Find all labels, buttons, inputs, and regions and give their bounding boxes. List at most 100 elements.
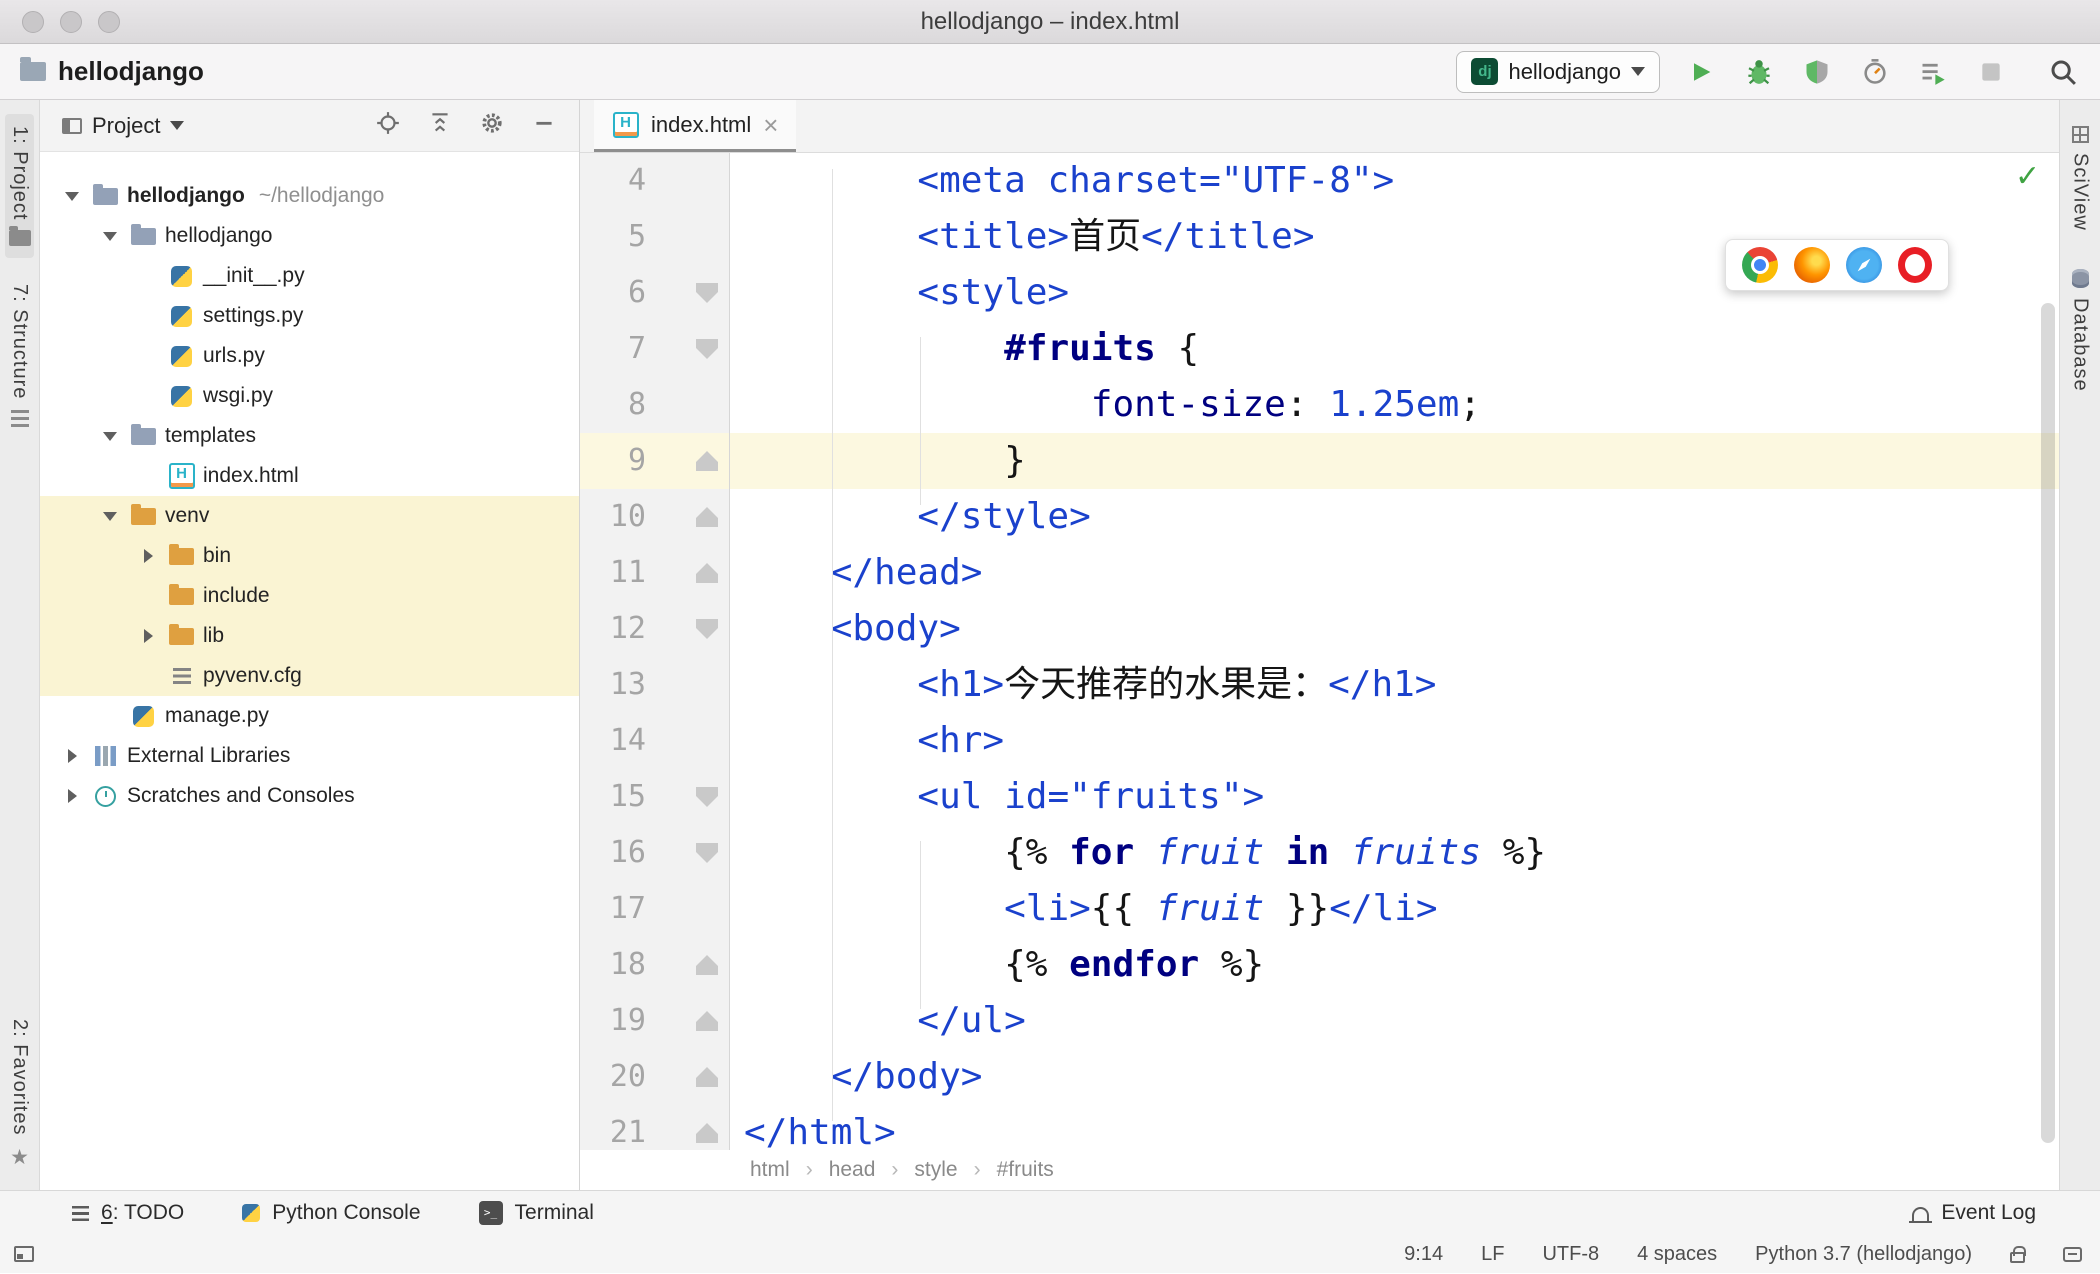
- code-line[interactable]: 15 <ul id="fruits">: [580, 769, 2059, 825]
- profiler-button[interactable]: [1858, 55, 1892, 89]
- hide-panel-button[interactable]: [531, 110, 557, 141]
- tree-toggle-arrow[interactable]: [60, 749, 84, 763]
- fold-marker-icon[interactable]: [696, 451, 718, 471]
- tree-row-hellodjango[interactable]: hellodjango: [40, 216, 579, 256]
- code-line[interactable]: 11 </head>: [580, 545, 2059, 601]
- tree-toggle-arrow[interactable]: [98, 431, 122, 441]
- tree-row-scratches-and-consoles[interactable]: Scratches and Consoles: [40, 776, 579, 816]
- run-tasks-button[interactable]: [1916, 55, 1950, 89]
- run-button[interactable]: [1684, 55, 1718, 89]
- minus-icon: [536, 121, 552, 125]
- code-line[interactable]: 4 <meta charset="UTF-8">: [580, 153, 2059, 209]
- fold-marker-icon[interactable]: [696, 955, 718, 975]
- close-icon[interactable]: [763, 112, 778, 138]
- status-lf[interactable]: LF: [1481, 1243, 1504, 1266]
- firefox-icon[interactable]: [1794, 247, 1830, 283]
- sciview-tool-icon: [2071, 126, 2089, 143]
- tree-toggle-arrow[interactable]: [136, 549, 160, 563]
- tree-row-templates[interactable]: templates: [40, 416, 579, 456]
- tree-toggle-arrow[interactable]: [136, 629, 160, 643]
- code-line[interactable]: 21 </html>: [580, 1105, 2059, 1150]
- chevron-down-icon[interactable]: [170, 121, 185, 130]
- code-line[interactable]: 7 #fruits {: [580, 321, 2059, 377]
- code-line[interactable]: 12 <body>: [580, 601, 2059, 657]
- tree-toggle-arrow[interactable]: [60, 789, 84, 803]
- gutter-cell: 16: [580, 825, 730, 881]
- fold-marker-icon[interactable]: [696, 1123, 718, 1143]
- tree-row-bin[interactable]: bin: [40, 536, 579, 576]
- fold-marker-icon[interactable]: [696, 1011, 718, 1031]
- run-configuration-select[interactable]: hellodjango: [1456, 50, 1660, 93]
- code-line[interactable]: 16 {% for fruit in fruits %}: [580, 825, 2059, 881]
- tool-button-7-structure[interactable]: 7: Structure: [5, 272, 34, 438]
- lock-icon[interactable]: [2010, 1246, 2026, 1263]
- tool-button-1-project[interactable]: 1: Project: [5, 114, 34, 259]
- code-line[interactable]: 19 </ul>: [580, 993, 2059, 1049]
- tree-row-pyvenv-cfg[interactable]: pyvenv.cfg: [40, 656, 579, 696]
- stop-button[interactable]: [1974, 55, 2008, 89]
- code-line[interactable]: 9 }: [580, 433, 2059, 489]
- fold-marker-icon[interactable]: [696, 563, 718, 583]
- tree-row-lib[interactable]: lib: [40, 616, 579, 656]
- search-everywhere-button[interactable]: [2046, 55, 2080, 89]
- opera-icon[interactable]: [1898, 247, 1932, 283]
- tree-row-settings-py[interactable]: settings.py: [40, 296, 579, 336]
- tree-row-manage-py[interactable]: manage.py: [40, 696, 579, 736]
- breadcrumb-item-style[interactable]: style: [914, 1158, 957, 1182]
- tool-window-bar: 6: TODO Python Console Terminal Event Log: [0, 1190, 2100, 1235]
- toolwindow-button-python-console[interactable]: Python Console: [242, 1201, 421, 1225]
- status-python-3-7-hellodjango[interactable]: Python 3.7 (hellodjango): [1755, 1243, 1972, 1266]
- code-line[interactable]: 13 <h1>今天推荐的水果是：</h1>: [580, 657, 2059, 713]
- tree-toggle-arrow[interactable]: [98, 511, 122, 521]
- tree-toggle-arrow[interactable]: [98, 231, 122, 241]
- tree-row-external-libraries[interactable]: External Libraries: [40, 736, 579, 776]
- editor-scrollbar[interactable]: [2041, 303, 2055, 1143]
- code-line[interactable]: 8 font-size: 1.25em;: [580, 377, 2059, 433]
- tool-button-sciview[interactable]: SciView: [2066, 114, 2095, 243]
- project-panel-title[interactable]: Project: [92, 113, 160, 139]
- fold-marker-icon[interactable]: [696, 619, 718, 639]
- fold-marker-icon[interactable]: [696, 507, 718, 527]
- tool-button-database[interactable]: Database: [2066, 257, 2095, 404]
- coverage-button[interactable]: [1800, 55, 1834, 89]
- tree-row-init-py[interactable]: __init__.py: [40, 256, 579, 296]
- toggle-toolwindows-icon[interactable]: [14, 1246, 34, 1262]
- breadcrumb-item-fruits[interactable]: #fruits: [997, 1158, 1054, 1182]
- fold-marker-icon[interactable]: [696, 339, 718, 359]
- code-line[interactable]: 20 </body>: [580, 1049, 2059, 1105]
- fold-marker-icon[interactable]: [696, 1067, 718, 1087]
- collapse-all-button[interactable]: [427, 110, 453, 141]
- chrome-icon[interactable]: [1742, 247, 1778, 283]
- toolwindow-button-terminal[interactable]: Terminal: [478, 1201, 594, 1225]
- tree-row-hellodjango[interactable]: hellodjango ~/hellodjango: [40, 176, 579, 216]
- fold-marker-icon[interactable]: [696, 283, 718, 303]
- tree-row-urls-py[interactable]: urls.py: [40, 336, 579, 376]
- tree-row-index-html[interactable]: index.html: [40, 456, 579, 496]
- reader-mode-icon[interactable]: [2063, 1246, 2082, 1262]
- tree-row-wsgi-py[interactable]: wsgi.py: [40, 376, 579, 416]
- status-utf-8[interactable]: UTF-8: [1542, 1243, 1599, 1266]
- fold-marker-icon[interactable]: [696, 787, 718, 807]
- toolwindow-button-event-log[interactable]: Event Log: [1909, 1201, 2036, 1225]
- status-4-spaces[interactable]: 4 spaces: [1637, 1243, 1717, 1266]
- toolwindow-button-6-todo[interactable]: 6: TODO: [72, 1201, 184, 1225]
- inspections-status-icon[interactable]: [2015, 159, 2045, 189]
- fold-marker-icon[interactable]: [696, 843, 718, 863]
- tree-row-include[interactable]: include: [40, 576, 579, 616]
- window-title: hellodjango – index.html: [920, 8, 1180, 35]
- code-line[interactable]: 10 </style>: [580, 489, 2059, 545]
- code-line[interactable]: 14 <hr>: [580, 713, 2059, 769]
- breadcrumb-item-html[interactable]: html: [750, 1158, 790, 1182]
- debug-button[interactable]: [1742, 55, 1776, 89]
- code-line[interactable]: 17 <li>{{ fruit }}</li>: [580, 881, 2059, 937]
- code-line[interactable]: 18 {% endfor %}: [580, 937, 2059, 993]
- safari-icon[interactable]: [1846, 247, 1882, 283]
- tool-button-2-favorites[interactable]: 2: Favorites: [5, 1007, 34, 1182]
- locate-file-button[interactable]: [375, 110, 401, 141]
- tree-toggle-arrow[interactable]: [60, 191, 84, 201]
- tree-row-venv[interactable]: venv: [40, 496, 579, 536]
- tab-index-html[interactable]: index.html: [594, 100, 797, 152]
- status-9-14[interactable]: 9:14: [1404, 1243, 1443, 1266]
- panel-settings-button[interactable]: [479, 110, 505, 141]
- breadcrumb-item-head[interactable]: head: [829, 1158, 876, 1182]
